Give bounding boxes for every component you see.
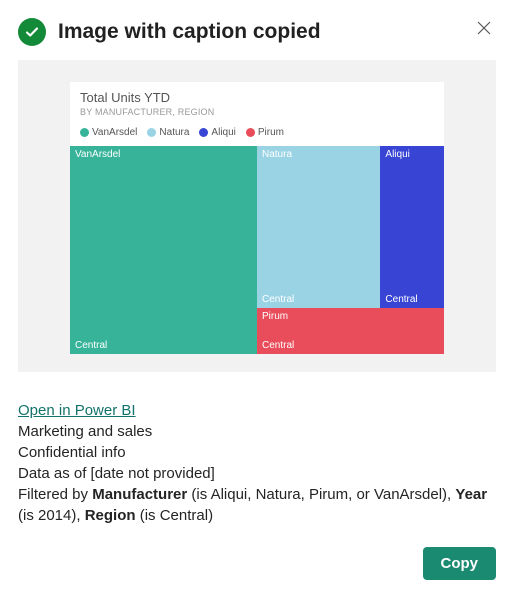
legend-item: Natura xyxy=(147,127,189,138)
legend-label: VanArsdel xyxy=(92,127,137,138)
chart-header: Total Units YTD BY MANUFACTURER, REGION xyxy=(70,82,444,123)
caption-line: Confidential info xyxy=(18,442,496,463)
legend-dot-icon xyxy=(80,128,89,137)
chart-title: Total Units YTD xyxy=(80,90,434,105)
caption-block: Open in Power BI Marketing and sales Con… xyxy=(18,400,496,526)
legend-dot-icon xyxy=(246,128,255,137)
legend-dot-icon xyxy=(199,128,208,137)
treemap-cell-natura: Natura Central xyxy=(257,146,380,308)
caption-line: Marketing and sales xyxy=(18,421,496,442)
dialog-title: Image with caption copied xyxy=(58,20,321,44)
treemap-cell-vanarsdel: VanArsdel Central xyxy=(70,146,257,354)
chart-legend: VanArsdel Natura Aliqui Pirum xyxy=(70,123,444,146)
open-in-powerbi-link[interactable]: Open in Power BI xyxy=(18,402,136,419)
treemap-cell-label: Aliqui xyxy=(385,149,409,160)
treemap-cell-pirum: Pirum Central xyxy=(257,308,444,354)
success-check-icon xyxy=(18,18,46,46)
treemap-cell-region: Central xyxy=(262,340,294,351)
caption-filter-line: Filtered by Manufacturer (is Aliqui, Nat… xyxy=(18,484,496,526)
treemap-cell-region: Central xyxy=(75,340,107,351)
copy-confirmation-dialog: Image with caption copied Total Units YT… xyxy=(0,0,514,596)
chart-card: Total Units YTD BY MANUFACTURER, REGION … xyxy=(70,82,444,354)
legend-label: Aliqui xyxy=(211,127,235,138)
treemap: VanArsdel Central Natura Central Aliqui … xyxy=(70,146,444,354)
treemap-cell-label: Natura xyxy=(262,149,292,160)
treemap-cell-region: Central xyxy=(385,294,417,305)
treemap-cell-region: Central xyxy=(262,294,294,305)
dialog-footer: Copy xyxy=(423,547,497,580)
legend-label: Natura xyxy=(159,127,189,138)
treemap-cell-label: VanArsdel xyxy=(75,149,120,160)
legend-item: Pirum xyxy=(246,127,284,138)
legend-item: VanArsdel xyxy=(80,127,137,138)
legend-item: Aliqui xyxy=(199,127,235,138)
legend-label: Pirum xyxy=(258,127,284,138)
dialog-header: Image with caption copied xyxy=(18,18,496,46)
treemap-cell-label: Pirum xyxy=(262,311,288,322)
caption-line: Data as of [date not provided] xyxy=(18,463,496,484)
close-button[interactable] xyxy=(472,16,496,40)
treemap-cell-aliqui: Aliqui Central xyxy=(380,146,444,308)
copy-button[interactable]: Copy xyxy=(423,547,497,580)
close-icon xyxy=(477,21,491,35)
image-preview-frame: Total Units YTD BY MANUFACTURER, REGION … xyxy=(18,60,496,372)
chart-subtitle: BY MANUFACTURER, REGION xyxy=(80,107,434,117)
legend-dot-icon xyxy=(147,128,156,137)
